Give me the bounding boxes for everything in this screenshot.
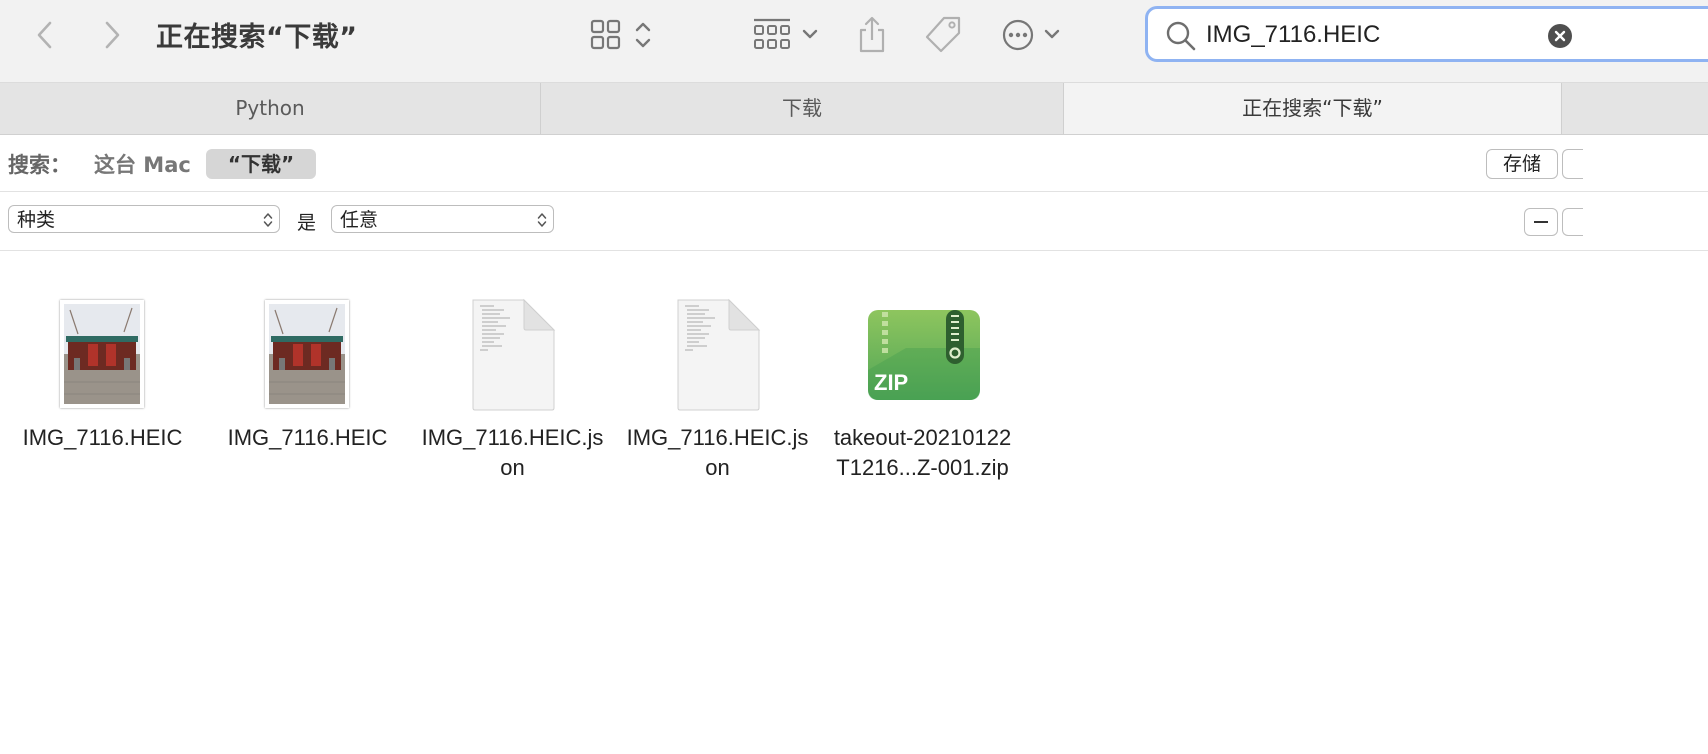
ellipsis-circle-icon: [1002, 19, 1060, 51]
criteria-attribute-popup[interactable]: 种类: [8, 205, 280, 233]
toolbar: 正在搜索“下载”: [0, 0, 1708, 83]
file-grid: IMG_7116.HEIC IMG_7116.HEIC IMG_7116.HEI…: [0, 251, 1708, 754]
file-name: IMG_7116.HEIC.json: [626, 425, 809, 480]
tab-searching-downloads[interactable]: 正在搜索“下载”: [1064, 83, 1562, 134]
zip-thumbnail: ZIP: [820, 295, 1025, 415]
grid-view-icon: [590, 19, 651, 50]
chevron-right-icon: [105, 21, 120, 49]
forward-button[interactable]: [95, 18, 127, 52]
criteria-attribute-label: 种类: [17, 209, 56, 231]
file-name: IMG_7116.HEIC.json: [421, 425, 604, 480]
back-button[interactable]: [30, 18, 62, 52]
criteria-value-popup[interactable]: 任意: [331, 205, 554, 233]
search-scope-label: 搜索：: [8, 153, 71, 177]
more-actions-button[interactable]: [1000, 14, 1066, 56]
chevron-left-icon: [37, 21, 52, 49]
group-by-icon: [754, 18, 818, 49]
close-icon: [1554, 30, 1566, 42]
zip-archive-icon: ZIP: [868, 310, 980, 400]
document-icon: [472, 298, 556, 411]
criteria-value-label: 任意: [340, 209, 379, 231]
remove-criteria-button[interactable]: [1524, 208, 1558, 236]
file-name: takeout-20210122T1216...Z-001.zip: [833, 425, 1012, 480]
tab-bar: Python 下载 正在搜索“下载”: [0, 83, 1708, 135]
file-name: IMG_7116.HEIC: [227, 425, 388, 450]
search-icon: [1166, 21, 1196, 51]
tab-python[interactable]: Python: [0, 83, 541, 134]
file-item[interactable]: IMG_7116.HEIC: [0, 295, 205, 453]
search-field[interactable]: [1145, 6, 1708, 62]
save-search-button[interactable]: 存储: [1486, 149, 1558, 179]
scope-this-mac-button[interactable]: 这台 Mac: [94, 149, 191, 179]
search-criteria-row: 种类 是 任意: [0, 192, 1708, 251]
file-item[interactable]: IMG_7116.HEIC.json: [410, 295, 615, 483]
file-item[interactable]: ZIP takeout-20210122T1216...Z-001.zip: [820, 295, 1025, 483]
file-item[interactable]: IMG_7116.HEIC.json: [615, 295, 820, 483]
file-name: IMG_7116.HEIC: [22, 425, 183, 450]
add-criteria-row-button[interactable]: [1562, 208, 1583, 236]
scope-downloads-button[interactable]: “下载”: [206, 149, 316, 179]
share-icon: [859, 16, 885, 53]
updown-arrows-icon: [537, 213, 547, 227]
group-by-button[interactable]: [750, 14, 822, 56]
add-criteria-button[interactable]: [1562, 149, 1583, 179]
photo-frame: [265, 300, 349, 408]
file-item[interactable]: IMG_7116.HEIC: [205, 295, 410, 453]
tab-downloads[interactable]: 下载: [541, 83, 1064, 134]
photo-thumbnail: [205, 295, 410, 415]
updown-arrows-icon: [263, 213, 273, 227]
search-input[interactable]: [1206, 18, 1536, 52]
document-thumbnail: [615, 295, 820, 415]
search-scope-bar: 搜索： 这台 Mac “下载” 存储: [0, 135, 1708, 192]
tag-button[interactable]: [922, 14, 964, 56]
tag-icon: [925, 16, 961, 53]
photo-thumbnail-image: [269, 304, 345, 404]
criteria-operator-label: 是: [297, 212, 317, 234]
view-mode-button[interactable]: [588, 14, 658, 56]
photo-thumbnail: [0, 295, 205, 415]
share-button[interactable]: [856, 14, 888, 56]
zip-icon-label: ZIP: [874, 370, 908, 395]
document-icon: [677, 298, 761, 411]
window-title: 正在搜索“下载”: [156, 22, 358, 53]
clear-search-button[interactable]: [1548, 24, 1572, 48]
photo-thumbnail-image: [64, 304, 140, 404]
photo-frame: [60, 300, 144, 408]
document-thumbnail: [410, 295, 615, 415]
